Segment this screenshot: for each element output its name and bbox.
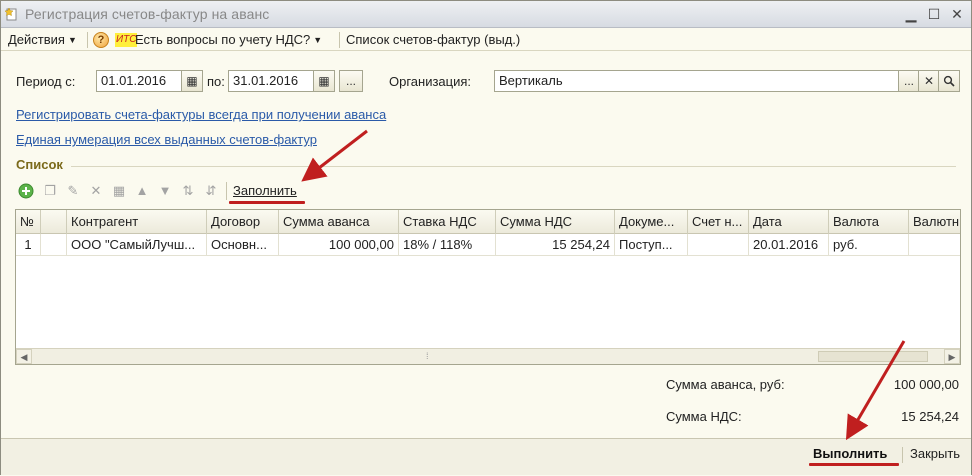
period-select-button[interactable]: ... (339, 70, 363, 92)
vat-rate-cell[interactable]: 18% / 118% (399, 234, 496, 256)
advance-amount-cell[interactable]: 100 000,00 (279, 234, 399, 256)
currency-amount-cell[interactable] (909, 234, 960, 256)
column-header[interactable]: Дата (749, 210, 829, 234)
column-header[interactable]: Докуме... (615, 210, 688, 234)
dialog-window: Регистрация счетов-фактур на аванс ▁ ☐ ✕… (0, 0, 972, 475)
organization-field[interactable]: Вертикаль (494, 70, 900, 92)
column-header[interactable]: Договор (207, 210, 279, 234)
column-header[interactable] (41, 210, 67, 234)
column-header[interactable]: Валюта (829, 210, 909, 234)
clear-icon[interactable]: ✕ (918, 70, 940, 92)
menu-separator (87, 32, 88, 48)
column-header[interactable]: Сумма аванса (279, 210, 399, 234)
contract-cell[interactable]: Основн... (207, 234, 279, 256)
row-flag (41, 234, 67, 256)
edit-row-icon[interactable]: ✎ (65, 183, 81, 199)
toolbar-separator (226, 182, 227, 200)
advance-invoices-table[interactable]: № Контрагент Договор Сумма аванса Ставка… (15, 209, 961, 365)
document-star-icon (5, 7, 17, 21)
delete-row-icon[interactable]: ✕ (88, 183, 104, 199)
title-bar: Регистрация счетов-фактур на аванс ▁ ☐ ✕ (1, 1, 971, 28)
period-from-field[interactable]: 01.01.2016 (96, 70, 182, 92)
move-up-icon[interactable]: ▲ (134, 183, 150, 199)
add-row-icon[interactable] (18, 183, 34, 199)
execute-button[interactable]: Выполнить (813, 446, 887, 461)
table-header: № Контрагент Договор Сумма аванса Ставка… (16, 210, 960, 234)
chevron-down-icon: ▼ (67, 35, 77, 45)
vat-amount-cell[interactable]: 15 254,24 (496, 234, 615, 256)
maximize-button[interactable]: ☐ (926, 6, 942, 22)
period-from-label: Период с: (16, 74, 76, 89)
end-edit-icon[interactable]: ▦ (111, 183, 127, 199)
search-icon[interactable] (938, 70, 960, 92)
sort-ascending-icon[interactable]: ⇅ (180, 183, 196, 199)
advance-total-label: Сумма аванса, руб: (666, 377, 785, 392)
scroll-right-icon[interactable]: ▶ (944, 349, 960, 364)
footer-separator (902, 447, 903, 463)
vat-questions-menu[interactable]: Есть вопросы по учету НДС? ▼ (135, 32, 322, 47)
menu-separator (339, 32, 340, 48)
invoice-cell[interactable] (688, 234, 749, 256)
column-header[interactable]: Валютн (909, 210, 960, 234)
period-to-label: по: (207, 74, 225, 89)
calendar-icon[interactable]: ▦ (313, 70, 335, 92)
minimize-button[interactable]: ▁ (903, 6, 919, 22)
help-icon[interactable]: ? (93, 32, 109, 48)
execute-button-highlight (809, 463, 899, 466)
section-divider (71, 166, 956, 167)
column-header[interactable]: Сумма НДС (496, 210, 615, 234)
column-header[interactable]: № (16, 210, 41, 234)
currency-cell[interactable]: руб. (829, 234, 909, 256)
fill-button[interactable]: Заполнить (233, 183, 297, 198)
date-cell[interactable]: 20.01.2016 (749, 234, 829, 256)
vat-total-label: Сумма НДС: (666, 409, 742, 424)
column-header[interactable]: Счет н... (688, 210, 749, 234)
sort-descending-icon[interactable]: ⇵ (203, 183, 219, 199)
document-cell[interactable]: Поступ... (615, 234, 688, 256)
scroll-left-icon[interactable]: ◀ (16, 349, 32, 364)
row-number: 1 (16, 234, 41, 256)
column-header[interactable]: Ставка НДС (399, 210, 496, 234)
vat-questions-label: Есть вопросы по учету НДС? (135, 32, 311, 47)
scroll-grip-icon[interactable]: ⁞ (426, 351, 429, 361)
list-section-title: Список (16, 157, 63, 172)
period-to-field[interactable]: 31.01.2016 (228, 70, 314, 92)
counterparty-cell[interactable]: ООО "СамыйЛучш... (67, 234, 207, 256)
horizontal-scrollbar[interactable]: ◀ ⁞ ▶ (16, 348, 960, 364)
invoice-list-button[interactable]: Список счетов-фактур (выд.) (346, 32, 520, 47)
window-title: Регистрация счетов-фактур на аванс (25, 6, 270, 22)
close-button[interactable]: Закрыть (910, 446, 960, 461)
copy-row-icon[interactable]: ❐ (42, 183, 58, 199)
close-window-button[interactable]: ✕ (949, 6, 965, 22)
column-header[interactable]: Контрагент (67, 210, 207, 234)
always-register-link[interactable]: Регистрировать счета-фактуры всегда при … (16, 107, 386, 122)
fill-button-highlight (229, 201, 305, 204)
menu-bar: Действия ▼ ? ИТС Есть вопросы по учету НД… (1, 29, 971, 51)
vat-total-value: 15 254,24 (901, 409, 959, 424)
advance-total-value: 100 000,00 (893, 377, 959, 392)
table-row[interactable]: 1 ООО "СамыйЛучш... Основн... 100 000,00… (16, 234, 960, 256)
calendar-icon[interactable]: ▦ (181, 70, 203, 92)
organization-select-button[interactable]: ... (898, 70, 920, 92)
move-down-icon[interactable]: ▼ (157, 183, 173, 199)
unified-numbering-link[interactable]: Единая нумерация всех выданных счетов-фа… (16, 132, 317, 147)
actions-menu[interactable]: Действия ▼ (8, 32, 77, 47)
organization-label: Организация: (389, 74, 472, 89)
actions-menu-label: Действия (8, 32, 65, 47)
scroll-thumb[interactable] (818, 351, 928, 362)
chevron-down-icon: ▼ (313, 35, 323, 45)
